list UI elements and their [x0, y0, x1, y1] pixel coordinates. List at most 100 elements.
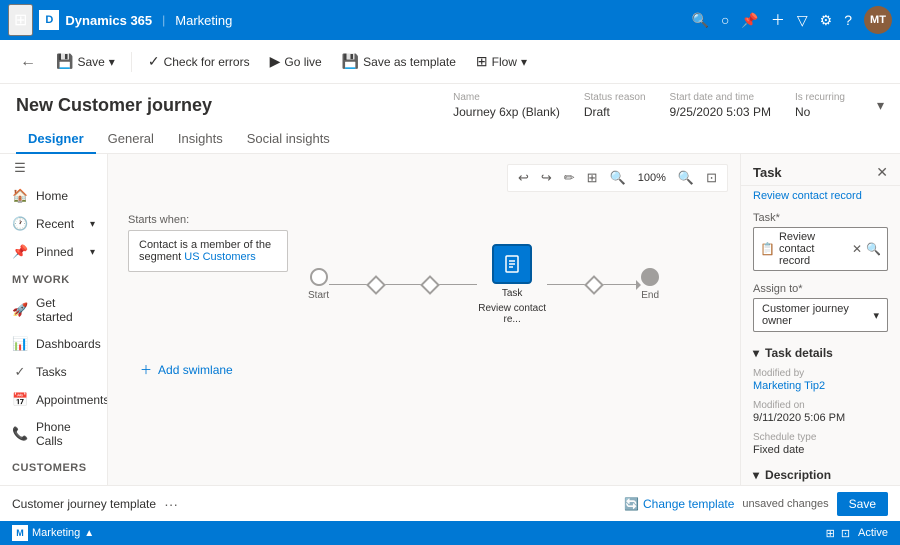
check-errors-button[interactable]: ✓ Check for errors [140, 49, 258, 74]
schedule-type-value: Fixed date [753, 444, 888, 456]
task-icon-box[interactable] [492, 244, 532, 284]
template-dots[interactable]: ··· [164, 496, 178, 512]
page-tabs: Designer General Insights Social insight… [16, 125, 884, 153]
unsaved-label: unsaved changes [742, 498, 828, 510]
nav-left: ⊞ D Dynamics 365 | Marketing [8, 4, 232, 36]
phone-calls-label: Phone Calls [36, 420, 95, 448]
search-nav-icon[interactable]: 🔍 [692, 12, 709, 29]
bottom-save-button[interactable]: Save [837, 492, 888, 516]
app-name: Dynamics 365 [65, 13, 152, 28]
status-logo: M Marketing ▲ [12, 525, 94, 541]
status-expand-icon[interactable]: ▲ [84, 528, 94, 539]
connector-1 [329, 284, 369, 285]
add-nav-icon[interactable]: ＋ [771, 10, 785, 30]
zoom-in-button[interactable]: 🔍 [674, 168, 698, 188]
connector-2 [383, 284, 423, 285]
end-node: End [641, 268, 659, 301]
change-template-icon: 🔄 [624, 497, 639, 511]
sidebar-item-tasks[interactable]: ✓ Tasks [0, 358, 107, 386]
nav-divider: | [162, 13, 165, 27]
task-clear-button[interactable]: ✕ [852, 242, 862, 256]
back-button[interactable]: ← [12, 49, 44, 75]
segment-box: Contact is a member of the segment US Cu… [128, 230, 288, 272]
assign-to-select[interactable]: Customer journey owner ▾ [753, 298, 888, 332]
tab-social-insights[interactable]: Social insights [235, 125, 342, 154]
assign-to-chevron: ▾ [873, 309, 879, 322]
edit-canvas-button[interactable]: ✏ [560, 168, 579, 188]
filter-nav-icon[interactable]: ▽ [797, 12, 808, 29]
save-template-icon: 💾 [342, 53, 359, 70]
assign-to-label: Assign to* [753, 283, 888, 295]
sidebar-item-accounts[interactable]: 🏢 Accounts [0, 478, 107, 485]
pin-nav-icon[interactable]: 📌 [741, 12, 758, 29]
tab-insights[interactable]: Insights [166, 125, 235, 154]
get-started-label: Get started [36, 296, 95, 324]
task-node-label: Task [502, 288, 523, 299]
flow-button[interactable]: ⊞ Flow ▾ [468, 49, 535, 74]
status-layout-icon[interactable]: ⊞ [826, 527, 835, 540]
end-label: End [641, 290, 659, 301]
fit-screen-button[interactable]: ⊡ [702, 168, 721, 188]
panel-header: Task ✕ [741, 154, 900, 186]
change-template-button[interactable]: 🔄 Change template [624, 497, 734, 511]
date-value: 9/25/2020 5:03 PM [670, 105, 771, 119]
diamond-node-2 [423, 278, 437, 292]
diamond-node-1 [369, 278, 383, 292]
go-live-button[interactable]: ▶ Go live [262, 49, 330, 74]
pinned-icon: 📌 [12, 244, 28, 260]
task-details-section[interactable]: ▾ Task details [741, 338, 900, 364]
task-node[interactable]: Task Review contact re... [477, 244, 547, 325]
save-as-template-button[interactable]: 💾 Save as template [334, 49, 464, 74]
modified-by-value[interactable]: Marketing Tip2 [753, 380, 888, 392]
redo-button[interactable]: ↪ [537, 168, 556, 188]
recurring-value: No [795, 105, 845, 119]
status-fit-icon[interactable]: ⊡ [841, 527, 850, 540]
review-link[interactable]: Review contact record [741, 186, 900, 206]
nav-grid-button[interactable]: ⊞ [8, 4, 33, 36]
modified-on-row: Modified on 9/11/2020 5:06 PM [741, 396, 900, 428]
save-button[interactable]: 💾 Save ▾ [48, 49, 123, 74]
user-avatar[interactable]: MT [864, 6, 892, 34]
diamond-node-3 [587, 278, 601, 292]
task-node-sublabel: Review contact re... [477, 303, 547, 325]
save-icon: 💾 [56, 53, 73, 70]
page-meta: Name Journey 6xp (Blank) Status reason D… [453, 92, 884, 119]
panel-close-button[interactable]: ✕ [876, 164, 888, 181]
meta-chevron-icon[interactable]: ▾ [877, 97, 884, 114]
task-search-button[interactable]: 🔍 [866, 242, 881, 256]
task-input[interactable]: 📋 Review contact record ✕ 🔍 [753, 227, 888, 271]
recent-label: Recent [36, 217, 74, 231]
tab-general[interactable]: General [96, 125, 166, 154]
recent-expand-icon: ▾ [90, 219, 95, 230]
settings-nav-icon[interactable]: ⚙ [820, 12, 833, 29]
home-icon: 🏠 [12, 188, 28, 204]
circle-icon[interactable]: ○ [721, 12, 729, 28]
right-panel: Task ✕ Review contact record Task* 📋 Rev… [740, 154, 900, 485]
toolbar-separator [131, 52, 132, 72]
sidebar-item-dashboards[interactable]: 📊 Dashboards [0, 330, 107, 358]
task-icon-svg [502, 254, 522, 274]
add-swimlane-button[interactable]: ＋ Add swimlane [128, 355, 720, 384]
status-value: Draft [584, 105, 646, 119]
go-live-icon: ▶ [270, 53, 281, 70]
zoom-out-button[interactable]: 🔍 [606, 168, 630, 188]
diamond-2 [420, 275, 440, 295]
meta-recurring: Is recurring No [795, 92, 845, 119]
sidebar-item-recent[interactable]: 🕐 Recent ▾ [0, 210, 107, 238]
sidebar-item-home[interactable]: 🏠 Home [0, 182, 107, 210]
undo-button[interactable]: ↩ [514, 168, 533, 188]
segment-link[interactable]: US Customers [184, 251, 256, 263]
status-module-label: Marketing [32, 527, 80, 539]
sidebar-item-pinned[interactable]: 📌 Pinned ▾ [0, 238, 107, 266]
help-nav-icon[interactable]: ? [844, 12, 852, 28]
task-input-icon: 📋 [760, 242, 775, 256]
sidebar-item-phone-calls[interactable]: 📞 Phone Calls [0, 414, 107, 454]
sidebar-toggle[interactable]: ☰ [0, 154, 107, 182]
sidebar-item-get-started[interactable]: 🚀 Get started [0, 290, 107, 330]
layout-button[interactable]: ⊞ [583, 168, 602, 188]
description-section[interactable]: ▾ Description [741, 460, 900, 485]
pinned-expand-icon: ▾ [90, 247, 95, 258]
sidebar-item-appointments[interactable]: 📅 Appointments [0, 386, 107, 414]
tab-designer[interactable]: Designer [16, 125, 96, 154]
home-label: Home [36, 189, 68, 203]
